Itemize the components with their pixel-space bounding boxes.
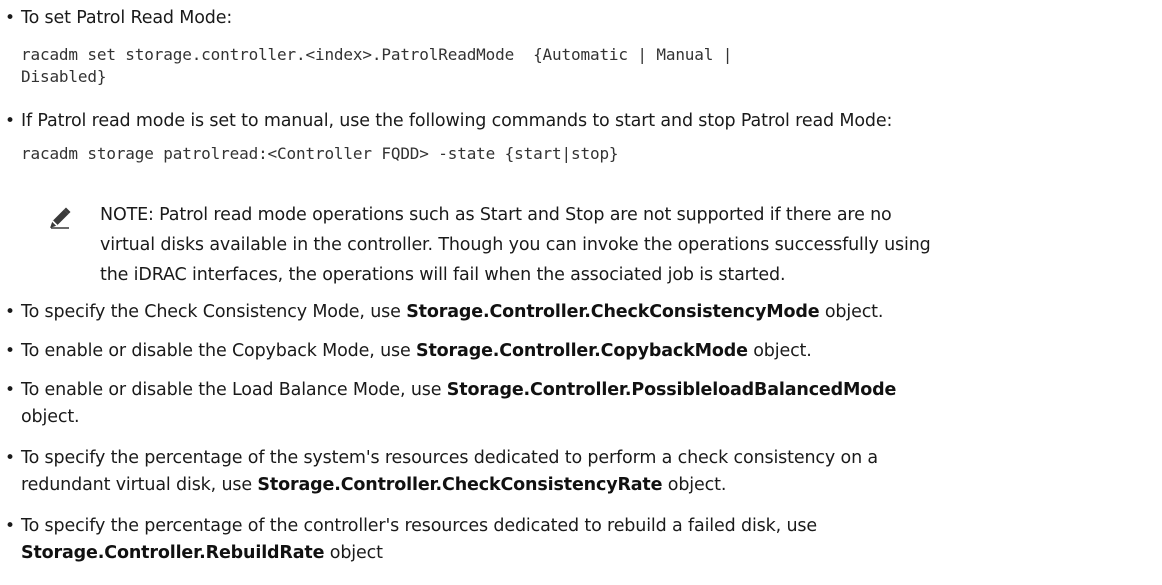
list-item-text: redundant virtual disk, use Storage.Cont… <box>21 475 727 495</box>
bullet-glyph: • <box>5 341 15 361</box>
bullet-glyph: • <box>5 302 15 322</box>
object-name: Storage.Controller.RebuildRate <box>21 543 325 563</box>
code-line: Disabled} <box>21 67 107 86</box>
object-name: Storage.Controller.CheckConsistencyMode <box>406 302 820 322</box>
bullet-glyph: • <box>5 516 15 536</box>
list-item-text: Storage.Controller.RebuildRate object <box>21 543 383 563</box>
note-text: Patrol read mode operations such as Star… <box>153 205 892 225</box>
document-page: • To set Patrol Read Mode: racadm set st… <box>0 0 1162 585</box>
bullet-glyph: • <box>5 8 15 28</box>
object-name: Storage.Controller.PossibleloadBalancedM… <box>446 380 897 400</box>
code-line: racadm storage patrolread:<Controller FQ… <box>21 144 619 163</box>
list-item-text: To enable or disable the Load Balance Mo… <box>21 380 897 400</box>
list-item-text: To specify the percentage of the system'… <box>21 448 878 468</box>
code-line: racadm set storage.controller.<index>.Pa… <box>21 45 733 64</box>
list-item-text: To set Patrol Read Mode: <box>21 8 233 28</box>
object-name: Storage.Controller.CopybackMode <box>416 341 748 361</box>
list-item-text: To specify the Check Consistency Mode, u… <box>21 302 884 322</box>
bullet-glyph: • <box>5 380 15 400</box>
note-line: NOTE: Patrol read mode operations such a… <box>100 202 892 228</box>
object-name: Storage.Controller.CheckConsistencyRate <box>257 475 663 495</box>
note-label: NOTE: <box>100 205 154 225</box>
list-item-text: To enable or disable the Copyback Mode, … <box>21 341 812 361</box>
note-line: virtual disks available in the controlle… <box>100 235 931 255</box>
list-item-text: If Patrol read mode is set to manual, us… <box>21 111 893 131</box>
bullet-glyph: • <box>5 448 15 468</box>
list-item-text: object. <box>21 407 80 427</box>
pencil-note-icon <box>50 207 71 229</box>
note-line: the iDRAC interfaces, the operations wil… <box>100 265 786 285</box>
bullet-glyph: • <box>5 111 15 131</box>
list-item-text: To specify the percentage of the control… <box>21 516 817 536</box>
